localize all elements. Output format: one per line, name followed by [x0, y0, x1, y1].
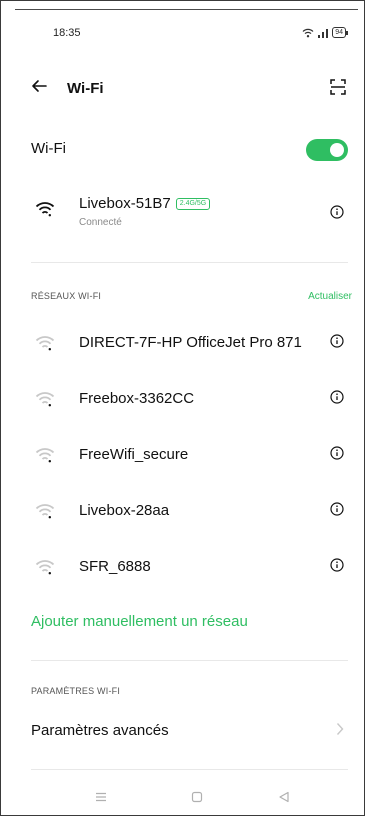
back-triangle-icon[interactable]: [278, 791, 290, 803]
info-icon[interactable]: [330, 334, 344, 348]
info-icon[interactable]: [330, 446, 344, 460]
app-header: Wi-Fi: [1, 75, 364, 103]
wifi-weak-icon: [35, 504, 55, 519]
settings-section-header: PARAMÈTRES WI-FI: [31, 686, 352, 700]
status-time: 18:35: [53, 27, 81, 39]
info-icon[interactable]: [330, 390, 344, 404]
wifi-weak-icon: [35, 336, 55, 351]
divider: [31, 769, 348, 770]
connected-network-name: Livebox-51B7: [79, 195, 171, 212]
signal-icon: [318, 28, 329, 38]
network-name: FreeWifi_secure: [79, 446, 189, 463]
wifi-icon: [35, 202, 55, 217]
settings-section-label: PARAMÈTRES WI-FI: [31, 686, 121, 696]
system-nav-bar: [1, 789, 364, 809]
info-icon[interactable]: [330, 502, 344, 516]
wifi-weak-icon: [35, 560, 55, 575]
divider: [31, 660, 348, 661]
wifi-weak-icon: [35, 392, 55, 407]
network-name: Livebox-28aa: [79, 502, 170, 519]
status-icons: 94: [302, 27, 348, 38]
network-list-item[interactable]: Freebox-3362CC: [31, 384, 348, 414]
back-arrow-icon[interactable]: [31, 79, 47, 93]
menu-icon[interactable]: [95, 791, 107, 803]
top-border: [15, 9, 358, 10]
network-list-item[interactable]: SFR_6888: [31, 552, 348, 582]
network-list-item[interactable]: FreeWifi_secure: [31, 440, 348, 470]
qr-scan-icon[interactable]: [330, 79, 346, 95]
connected-network-info: Livebox-51B7 2.4G/5G Connecté: [79, 195, 211, 228]
network-list-item[interactable]: DIRECT-7F-HP OfficeJet Pro 871: [31, 328, 348, 358]
screen: 18:35 94 Wi-Fi Wi-Fi Livebox-51B7 2.4G/5…: [0, 0, 365, 816]
status-wifi-icon: [302, 28, 314, 37]
info-icon[interactable]: [330, 205, 344, 219]
advanced-settings-label: Paramètres avancés: [31, 722, 169, 739]
connected-network-row[interactable]: Livebox-51B7 2.4G/5G Connecté: [31, 193, 348, 239]
toggle-knob: [330, 143, 344, 157]
networks-section-header: RÉSEAUX WI-FI Actualiser: [31, 291, 352, 305]
network-list-item[interactable]: Livebox-28aa: [31, 496, 348, 526]
page-title: Wi-Fi: [67, 80, 104, 97]
wifi-toggle-label: Wi-Fi: [31, 140, 66, 157]
status-bar: 18:35 94: [53, 27, 348, 45]
networks-section-label: RÉSEAUX WI-FI: [31, 291, 102, 301]
advanced-settings-row[interactable]: Paramètres avancés: [31, 719, 348, 745]
refresh-link[interactable]: Actualiser: [308, 291, 352, 302]
wifi-toggle-row: Wi-Fi: [31, 135, 348, 163]
home-icon[interactable]: [191, 791, 203, 803]
wifi-weak-icon: [35, 448, 55, 463]
band-badge: 2.4G/5G: [175, 198, 211, 210]
network-name: DIRECT-7F-HP OfficeJet Pro 871: [79, 334, 302, 351]
wifi-toggle-switch[interactable]: [306, 139, 348, 161]
network-name: SFR_6888: [79, 558, 151, 575]
chevron-right-icon: [336, 723, 344, 735]
connection-status: Connecté: [79, 217, 122, 228]
add-network-link[interactable]: Ajouter manuellement un réseau: [31, 613, 248, 630]
battery-icon: 94: [332, 27, 348, 38]
divider: [31, 262, 348, 263]
network-name: Freebox-3362CC: [79, 390, 195, 407]
info-icon[interactable]: [330, 558, 344, 572]
